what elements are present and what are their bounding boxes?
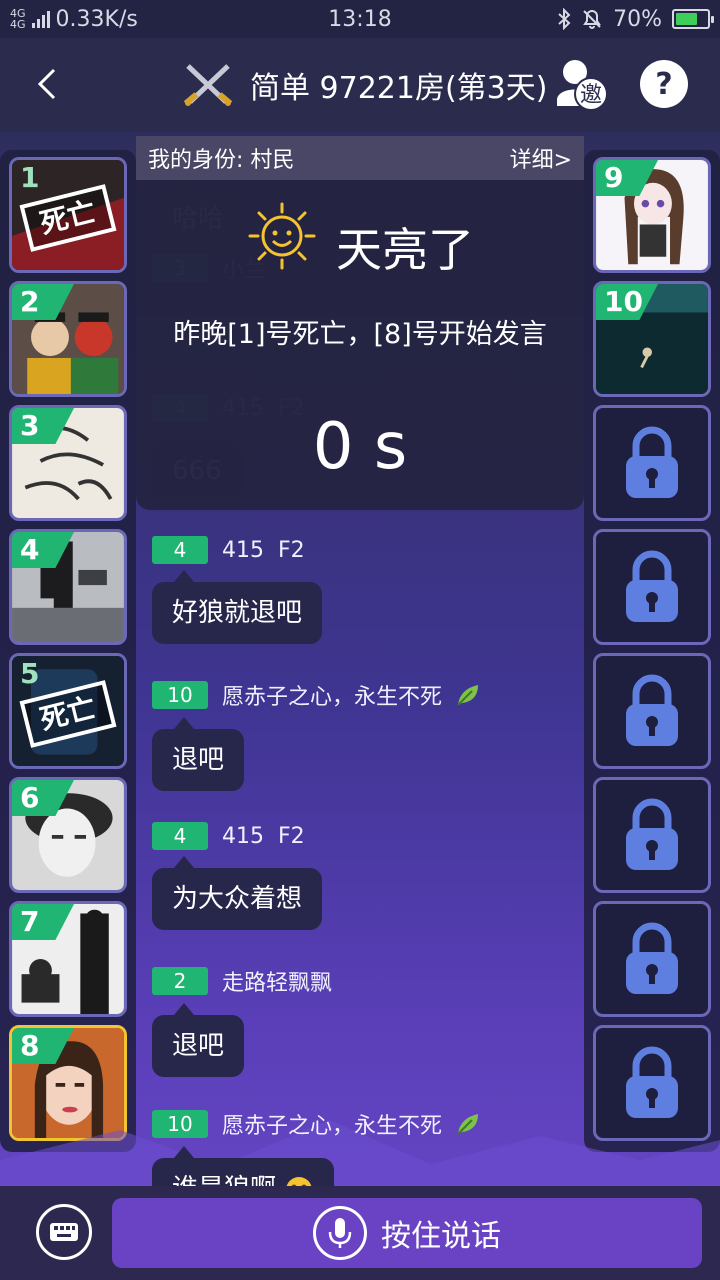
message-bubble: 好狼就退吧 [152, 570, 323, 644]
status-bar: 4G 4G 0.33K/s 13:18 70% [0, 0, 720, 38]
mute-bell-icon [583, 10, 601, 29]
message-header: 4 415 F2 [152, 536, 322, 564]
battery-percent: 70% [613, 6, 662, 32]
seat-tag: 4 [152, 536, 208, 564]
chat-message: 10 愿赤子之心，永生不死 退吧 [152, 679, 482, 791]
lock-icon [626, 426, 678, 498]
net-speed: 0.33K/s [55, 6, 138, 32]
player-seat-10[interactable]: 10 [593, 281, 711, 397]
help-button[interactable]: ? [640, 60, 688, 108]
locked-seat[interactable] [593, 653, 711, 769]
room-header: 简单 97221房(第3天) 邀 ? [0, 38, 720, 132]
keyboard-button[interactable] [36, 1204, 92, 1260]
lock-icon [626, 550, 678, 622]
battery-icon [672, 9, 714, 29]
network-label-2: 4G [10, 18, 26, 31]
sender-name: 愿赤子之心，永生不死 [222, 1114, 443, 1139]
sun-icon [248, 202, 316, 270]
countdown: 0 s [312, 410, 408, 484]
day-notice-panel: 天亮了 昨晚[1]号死亡，[8]号开始发言 0 s [136, 180, 584, 510]
seat-tag: 10 [152, 1110, 208, 1138]
player-seat-7[interactable]: 7 [9, 901, 127, 1017]
locked-seat[interactable] [593, 529, 711, 645]
invite-button[interactable]: 邀 [555, 56, 611, 112]
message-bubble: 谁是狼啊 [152, 1146, 335, 1186]
sender-tag: F2 [278, 823, 305, 849]
sender-name: 415 [222, 823, 264, 849]
chat-message: 2 走路轻飘飘 退吧 [152, 965, 332, 1077]
room-title: 简单 97221房(第3天) [180, 60, 547, 110]
clock: 13:18 [328, 6, 392, 32]
lock-icon [626, 674, 678, 746]
leaf-icon [457, 1114, 479, 1135]
player-seat-5[interactable]: 5 死亡 [9, 653, 127, 769]
player-seat-4[interactable]: 4 [9, 529, 127, 645]
chat-message: 4 415 F2 为大众着想 [152, 822, 323, 930]
message-header: 10 愿赤子之心，永生不死 [152, 679, 482, 711]
network-type: 4G 4G [10, 8, 26, 30]
chat-message: 4 415 F2 好狼就退吧 [152, 536, 323, 644]
player-seat-1[interactable]: 1 死亡 [9, 157, 127, 273]
day-message: 昨晚[1]号死亡，[8]号开始发言 [173, 319, 547, 350]
sender-name: 走路轻飘飘 [222, 971, 333, 996]
right-player-column: 9 10 [584, 150, 720, 1152]
identity-bar: 我的身份: 村民 详细> [136, 136, 584, 180]
seat-tag: 10 [152, 681, 208, 709]
status-right: 70% [450, 6, 714, 32]
message-header: 10 愿赤子之心，永生不死 [152, 1108, 482, 1140]
invite-label: 邀 [580, 83, 602, 108]
talk-label: 按住说话 [381, 1219, 501, 1254]
battery-fill [676, 13, 697, 25]
leaf-icon [457, 685, 479, 706]
message-text: 谁是狼啊 [172, 1174, 276, 1186]
lock-icon [626, 798, 678, 870]
back-arrow-icon[interactable] [30, 64, 70, 104]
seat-tag: 4 [152, 822, 208, 850]
player-seat-2[interactable]: 2 [9, 281, 127, 397]
sender-name: 415 [222, 537, 264, 563]
player-seat-9[interactable]: 9 [593, 157, 711, 273]
chat-message: 10 愿赤子之心，永生不死 谁是狼啊 [152, 1108, 482, 1186]
room-title-text: 简单 97221房(第3天) [250, 71, 548, 106]
bottom-bar: 按住说话 [0, 1186, 720, 1280]
bluetooth-icon [558, 8, 571, 30]
player-seat-3[interactable]: 3 [9, 405, 127, 521]
crying-laugh-emoji-icon [286, 1176, 312, 1186]
locked-seat[interactable] [593, 405, 711, 521]
sender-tag: F2 [278, 537, 305, 563]
hold-to-talk-button[interactable]: 按住说话 [112, 1198, 702, 1268]
seat-tag: 2 [152, 967, 208, 995]
lock-icon [626, 922, 678, 994]
player-seat-6[interactable]: 6 [9, 777, 127, 893]
message-header: 2 走路轻飘飘 [152, 965, 332, 997]
signal-bars-icon [31, 10, 50, 28]
crossed-swords-icon [183, 64, 233, 106]
my-role: 我的身份: 村民 [148, 148, 295, 173]
locked-seat[interactable] [593, 777, 711, 893]
status-left: 4G 4G 0.33K/s [10, 7, 270, 32]
locked-seat[interactable] [593, 901, 711, 1017]
message-bubble: 退吧 [152, 1003, 245, 1077]
mic-icon [313, 1206, 367, 1260]
message-bubble: 为大众着想 [152, 856, 323, 930]
message-header: 4 415 F2 [152, 822, 322, 850]
message-bubble: 退吧 [152, 717, 245, 791]
sender-name: 愿赤子之心，永生不死 [222, 685, 443, 710]
keyboard-icon [50, 1223, 78, 1241]
left-player-column: 1 死亡 2 3 4 5 死亡 6 7 8 [0, 150, 136, 1152]
day-title: 天亮了 [336, 223, 474, 277]
role-detail-link[interactable]: 详细> [510, 142, 572, 174]
